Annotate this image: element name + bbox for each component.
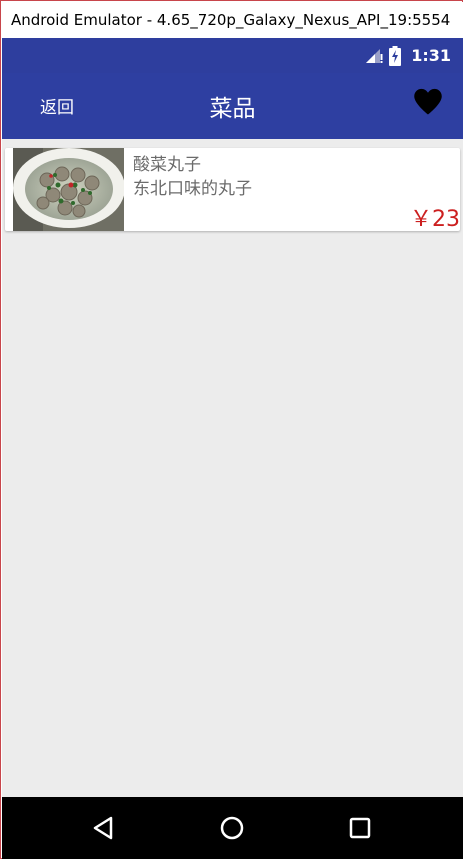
battery-charging-icon bbox=[389, 45, 402, 66]
recents-square-icon[interactable] bbox=[346, 814, 374, 842]
heart-icon[interactable] bbox=[413, 87, 443, 117]
dish-description: 东北口味的丸子 bbox=[133, 179, 252, 199]
dish-card[interactable]: 酸菜丸子 东北口味的丸子 ￥23 bbox=[5, 148, 460, 232]
home-circle-icon[interactable] bbox=[218, 814, 246, 842]
content-area: 酸菜丸子 东北口味的丸子 ￥23 bbox=[2, 139, 463, 797]
back-triangle-icon[interactable] bbox=[90, 814, 118, 842]
navigation-bar bbox=[2, 797, 463, 859]
status-icons: 1:31 bbox=[365, 38, 451, 73]
dish-name: 酸菜丸子 bbox=[133, 155, 201, 175]
signal-icon bbox=[366, 48, 383, 63]
window-title: Android Emulator - 4.65_720p_Galaxy_Nexu… bbox=[2, 2, 463, 38]
page-title: 菜品 bbox=[209, 96, 256, 122]
status-time: 1:31 bbox=[411, 46, 451, 65]
dish-image bbox=[13, 148, 124, 231]
dish-price: ￥23 bbox=[410, 207, 460, 232]
status-bar: 1:31 bbox=[2, 38, 463, 73]
emulator-frame: Android Emulator - 4.65_720p_Galaxy_Nexu… bbox=[0, 0, 463, 859]
app-bar: 返回 菜品 bbox=[2, 73, 463, 139]
